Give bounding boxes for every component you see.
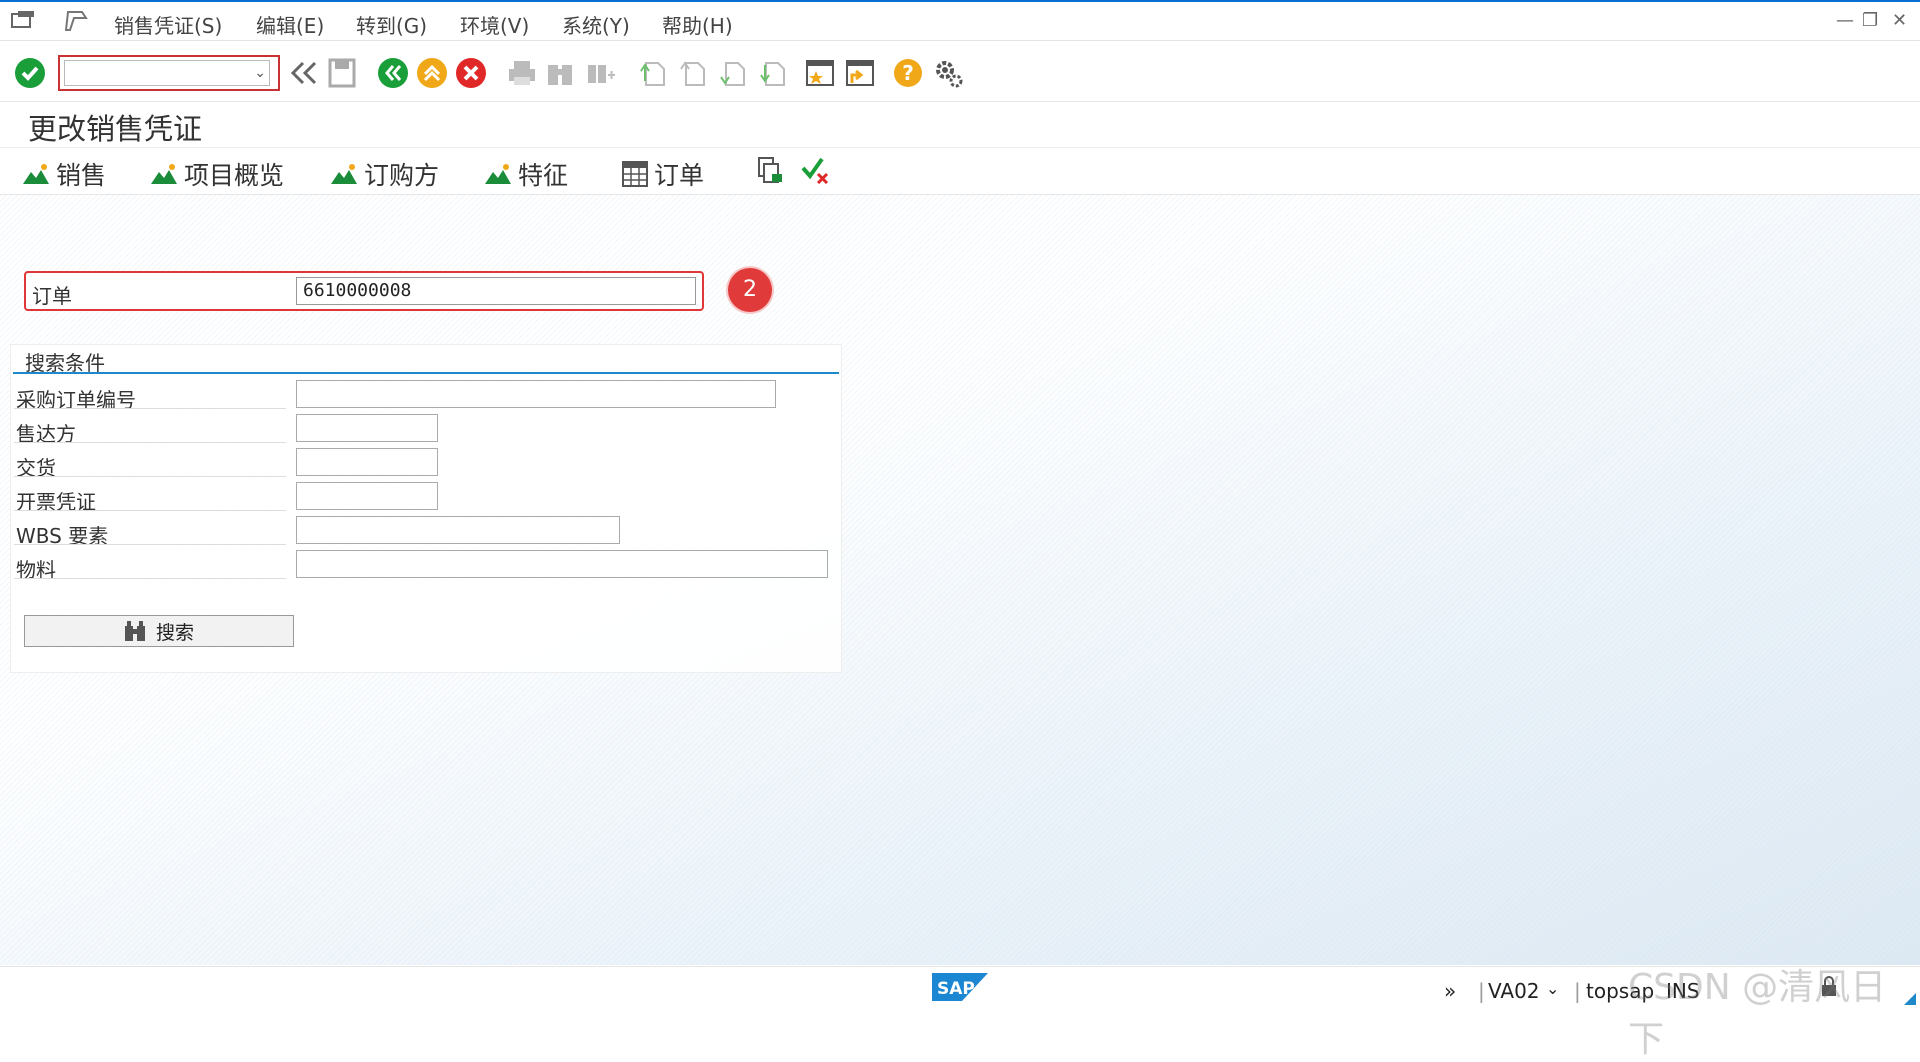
app-button-orders[interactable]: 订单 xyxy=(622,156,704,192)
save-icon[interactable] xyxy=(326,57,358,89)
document-flow-icon xyxy=(758,157,782,183)
delivery-input[interactable] xyxy=(296,448,438,476)
app-button-sales[interactable]: 销售 xyxy=(22,156,106,192)
mountain-overview-icon xyxy=(485,164,511,184)
mountain-overview-icon xyxy=(23,164,49,184)
material-input[interactable] xyxy=(296,550,828,578)
print-icon[interactable] xyxy=(506,57,538,89)
last-page-icon[interactable] xyxy=(756,57,788,89)
field-row-delivery: 交货 xyxy=(14,446,824,480)
back-icon[interactable] xyxy=(377,57,409,89)
settings-gear-icon[interactable] xyxy=(932,57,964,89)
app-button-characteristics[interactable]: 特征 xyxy=(484,156,568,192)
minimize-icon[interactable]: — xyxy=(1836,10,1854,31)
create-session-icon[interactable] xyxy=(804,57,836,89)
sap-p-icon[interactable] xyxy=(64,10,88,36)
app-button-ordering-party[interactable]: 订购方 xyxy=(330,156,439,192)
previous-page-icon[interactable] xyxy=(676,57,708,89)
search-button[interactable]: 搜索 xyxy=(24,615,294,647)
first-page-icon[interactable] xyxy=(636,57,668,89)
order-number-input[interactable]: 6610000008 xyxy=(296,277,696,305)
next-page-icon[interactable] xyxy=(716,57,748,89)
menu-environment[interactable]: 环境(V) xyxy=(460,10,529,39)
standard-toolbar: ⌄ ? xyxy=(0,41,1920,102)
transaction-code: VA02 xyxy=(1488,979,1540,1003)
menu-system[interactable]: 系统(Y) xyxy=(562,10,630,39)
mountain-overview-icon xyxy=(151,164,177,184)
field-row-purchase-order: 采购订单编号 xyxy=(14,378,824,412)
app-button-ordering-party-label: 订购方 xyxy=(364,161,440,190)
menu-toggle-icon[interactable] xyxy=(10,10,36,36)
chevron-down-icon[interactable]: ⌄ xyxy=(254,65,266,81)
enter-check-icon[interactable] xyxy=(14,57,46,89)
row-separator xyxy=(14,476,286,477)
help-icon[interactable]: ? xyxy=(892,57,924,89)
svg-text:?: ? xyxy=(902,61,914,85)
status-divider: | xyxy=(1478,979,1485,1003)
menu-sales-document[interactable]: 销售凭证(S) xyxy=(114,10,222,39)
row-separator xyxy=(14,408,286,409)
generate-shortcut-icon[interactable] xyxy=(844,57,876,89)
status-divider: | xyxy=(1574,979,1581,1003)
step-badge: 2 xyxy=(728,268,772,312)
app-button-document-flow[interactable] xyxy=(756,156,790,184)
check-cancel-icon xyxy=(801,157,829,184)
row-separator xyxy=(14,544,286,545)
search-button-label: 搜索 xyxy=(155,621,194,644)
sap-logo: SAP xyxy=(932,973,988,1005)
find-next-icon[interactable] xyxy=(584,57,616,89)
table-icon xyxy=(622,161,648,187)
row-separator xyxy=(14,510,286,511)
cancel-icon[interactable] xyxy=(455,57,487,89)
application-toolbar: 销售 项目概览 订购方 特征 订单 xyxy=(0,148,1920,195)
row-separator xyxy=(14,578,286,579)
app-button-sales-label: 销售 xyxy=(56,161,107,190)
command-field-highlight: ⌄ xyxy=(58,55,280,91)
find-icon[interactable] xyxy=(544,57,576,89)
sold-to-input[interactable] xyxy=(296,414,438,442)
page-title: 更改销售凭证 xyxy=(28,112,203,146)
row-separator xyxy=(14,442,286,443)
exit-icon[interactable] xyxy=(416,57,448,89)
menu-goto[interactable]: 转到(G) xyxy=(356,10,427,39)
chevron-down-icon[interactable]: ⌄ xyxy=(1546,979,1559,998)
menu-help[interactable]: 帮助(H) xyxy=(662,10,733,39)
field-row-billing-document: 开票凭证 xyxy=(14,480,824,514)
billing-document-input[interactable] xyxy=(296,482,438,510)
app-button-item-overview[interactable]: 项目概览 xyxy=(150,156,284,192)
binoculars-icon xyxy=(124,621,145,641)
double-chevron-left-icon[interactable] xyxy=(288,57,320,89)
app-button-orders-label: 订单 xyxy=(654,161,705,190)
app-button-characteristics-label: 特征 xyxy=(518,161,569,190)
app-button-item-overview-label: 项目概览 xyxy=(184,161,285,190)
field-row-wbs-element: WBS 要素 xyxy=(14,514,824,548)
close-window-icon[interactable]: ✕ xyxy=(1892,10,1907,31)
order-label: 订单 xyxy=(32,284,72,308)
restore-icon[interactable]: ❐ xyxy=(1862,10,1878,31)
command-field[interactable] xyxy=(64,60,270,86)
field-row-material: 物料 xyxy=(14,548,828,582)
wbs-element-input[interactable] xyxy=(296,516,620,544)
app-button-check-cancel[interactable] xyxy=(800,156,836,184)
status-expand-icon[interactable]: » xyxy=(1444,979,1456,1003)
order-row-highlight: 订单 6610000008 xyxy=(24,271,704,311)
purchase-order-input[interactable] xyxy=(296,380,776,408)
mountain-overview-icon xyxy=(331,164,357,184)
menu-edit[interactable]: 编辑(E) xyxy=(256,10,324,39)
svg-text:SAP: SAP xyxy=(937,979,975,999)
watermark: CSDN @清风日下 xyxy=(1628,967,1887,1060)
field-row-sold-to: 售达方 xyxy=(14,412,824,446)
menu-bar: 销售凭证(S) 编辑(E) 转到(G) 环境(V) 系统(Y) 帮助(H) — … xyxy=(0,2,1920,41)
group-title-underline xyxy=(13,372,839,374)
